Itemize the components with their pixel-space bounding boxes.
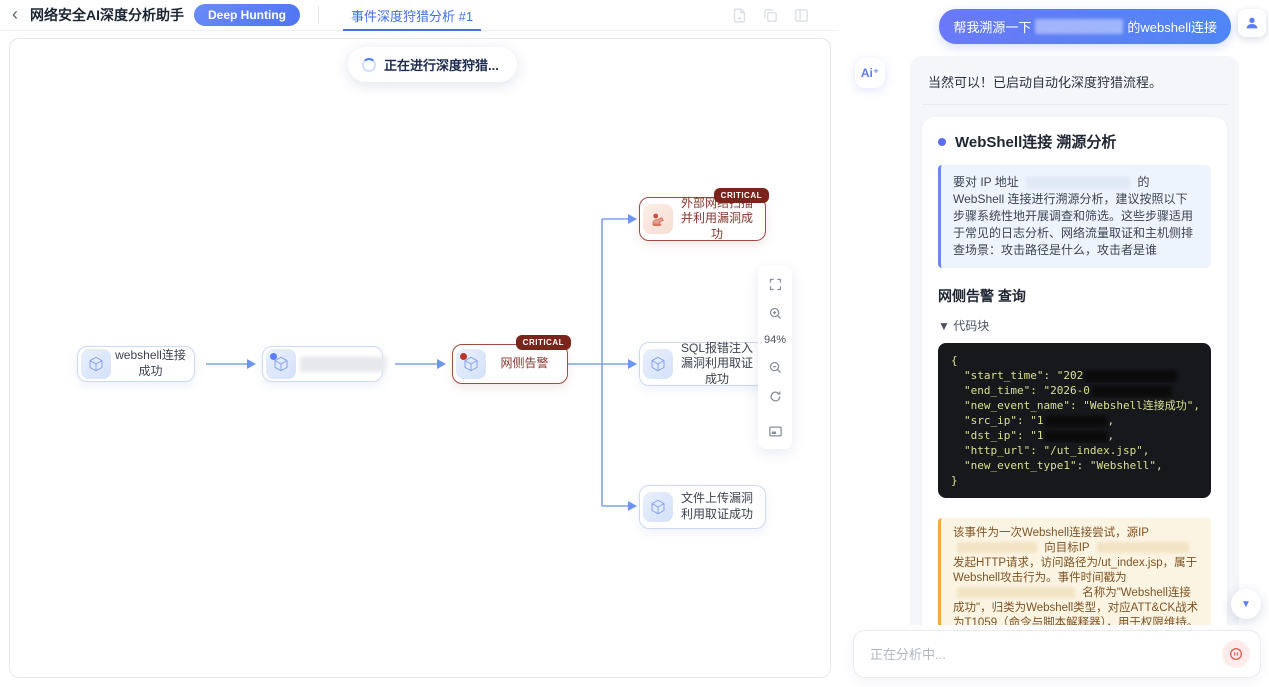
user-message-part2: 的webshell连接 <box>1127 20 1217 35</box>
code-block-toggle[interactable]: ▼ 代码块 <box>938 317 1211 334</box>
redacted-ip <box>1096 542 1189 554</box>
node-external-scan[interactable]: CRITICAL 外部网络扫描并利用漏洞成功 <box>639 188 769 241</box>
code-line: "start_time": "202 <box>951 368 1198 383</box>
node-webshell-success[interactable]: webshell连接成功 <box>77 346 195 382</box>
app-window: ‹ 网络安全AI深度分析助手 Deep Hunting 事件深度狩猎分析 #1 <box>0 0 1269 687</box>
alert-cube-icon <box>456 349 486 379</box>
chat-scroll-area[interactable]: Ai⁺ 当然可以！已启动自动化深度狩猎流程。 WebShell连接 溯源分析 要… <box>845 48 1269 625</box>
code-line: "dst_ip": "1, <box>964 429 1115 442</box>
reset-view-icon[interactable] <box>767 388 783 404</box>
card-title-row: WebShell连接 溯源分析 <box>938 131 1211 152</box>
user-avatar[interactable] <box>1238 9 1266 37</box>
stop-generation-button[interactable] <box>1222 640 1250 668</box>
node-label: 文件上传漏洞利用取证成功 <box>680 491 753 521</box>
redacted-value <box>1045 415 1108 427</box>
alarm-dot <box>460 353 467 360</box>
header-divider <box>318 6 319 24</box>
advice-quote-box: 要对 IP 地址 的 WebShell 连接进行溯源分析，建议按照以下步骤系统性… <box>938 165 1211 268</box>
header-bar: ‹ 网络安全AI深度分析助手 Deep Hunting 事件深度狩猎分析 #1 <box>0 0 838 31</box>
redacted-value <box>1091 385 1172 397</box>
fit-view-icon[interactable] <box>767 276 783 292</box>
export-file-icon[interactable] <box>731 7 748 24</box>
ai-response-container: 当然可以！已启动自动化深度狩猎流程。 WebShell连接 溯源分析 要对 IP… <box>910 56 1239 625</box>
quote-part1: 要对 IP 地址 <box>953 175 1019 189</box>
status-dot <box>270 353 277 360</box>
node-sql-injection[interactable]: SQL报错注入漏洞利用取证成功 <box>639 341 766 386</box>
critical-badge: CRITICAL <box>713 188 769 203</box>
header-actions <box>731 7 838 24</box>
redacted-value <box>1045 430 1108 442</box>
code-block: { "start_time": "202 "end_time": "2026-0… <box>938 343 1211 498</box>
code-line: "http_url": "/ut_index.jsp", <box>964 444 1150 457</box>
redacted-ip <box>957 542 1037 554</box>
analysis-part3: 发起HTTP请求，访问路径为/ut_index.jsp，属于Webshell攻击… <box>953 557 1198 584</box>
code-line: "end_time": "2026-0 <box>951 383 1198 398</box>
tab-incident-analysis[interactable]: 事件深度狩猎分析 #1 <box>337 0 487 31</box>
bullet-dot-icon <box>938 137 946 146</box>
analysis-part2: 向目标IP <box>1044 542 1090 554</box>
code-line: "new_event_type1": "Webshell", <box>964 459 1163 472</box>
redacted-ip <box>1035 19 1124 34</box>
redacted-value <box>1085 370 1178 382</box>
deep-hunting-badge: Deep Hunting <box>194 4 300 26</box>
analysis-part1: 该事件为一次Webshell连接尝试，源IP <box>953 527 1149 539</box>
event-cube-icon <box>643 349 673 379</box>
loading-spinner-icon <box>362 57 376 72</box>
code-line: { <box>951 354 958 367</box>
user-message-bubble: 帮我溯源一下 的webshell连接 <box>939 9 1231 44</box>
event-cube-icon <box>643 492 673 522</box>
hunting-status-text: 正在进行深度狩猎... <box>384 58 499 73</box>
node-label: SQL报错注入漏洞利用取证成功 <box>680 340 753 386</box>
zoom-in-icon[interactable] <box>767 305 783 321</box>
node-label: 网侧告警 <box>500 356 549 371</box>
scroll-to-bottom-button[interactable]: ▼ <box>1231 589 1261 619</box>
ai-avatar: Ai⁺ <box>855 58 885 88</box>
event-cube-icon <box>81 349 111 379</box>
divider <box>922 104 1227 105</box>
user-message-row: 帮我溯源一下 的webshell连接 <box>939 9 1266 44</box>
node-redacted[interactable] <box>262 346 386 382</box>
code-line: "new_event_name": "Webshell连接成功", <box>964 399 1198 412</box>
user-message-part1: 帮我溯源一下 <box>953 20 1032 35</box>
redacted-timestamp <box>957 587 1075 599</box>
minimap-toggle-icon[interactable] <box>767 423 783 439</box>
code-line: "src_ip": "1, <box>964 414 1115 427</box>
analysis-card-webshell: WebShell连接 溯源分析 要对 IP 地址 的 WebShell 连接进行… <box>922 117 1227 625</box>
event-analysis-box: 该事件为一次Webshell连接尝试，源IP 向目标IP 发起HTTP请求，访问… <box>938 518 1211 625</box>
app-title: 网络安全AI深度分析助手 <box>30 7 184 23</box>
redacted-ip <box>1026 176 1131 189</box>
node-label-redacted <box>296 355 394 374</box>
chat-input-bar <box>853 630 1261 678</box>
panel-layout-icon[interactable] <box>793 7 810 24</box>
chat-input[interactable] <box>870 646 1222 662</box>
code-line: } <box>951 474 958 487</box>
node-file-upload[interactable]: 文件上传漏洞利用取证成功 <box>639 485 766 529</box>
event-cube-icon <box>266 349 296 379</box>
card-title: WebShell连接 溯源分析 <box>955 134 1117 151</box>
section-heading: 网侧告警 查询 <box>938 288 1026 304</box>
attacker-icon <box>643 204 673 234</box>
graph-toolbar: 94% <box>758 266 792 449</box>
ai-message-row: Ai⁺ 当然可以！已启动自动化深度狩猎流程。 WebShell连接 溯源分析 要… <box>845 48 1269 625</box>
copy-icon[interactable] <box>762 7 779 24</box>
hunting-status-pill: 正在进行深度狩猎... <box>348 47 517 82</box>
back-button[interactable]: ‹ <box>0 5 30 23</box>
node-label: webshell连接成功 <box>115 348 186 378</box>
ai-intro-text: 当然可以！已启动自动化深度狩猎流程。 <box>928 75 1163 90</box>
chat-panel: 帮我溯源一下 的webshell连接 Ai⁺ 当然可以！已启动自动化深度狩猎流程… <box>845 0 1269 687</box>
zoom-level: 94% <box>763 334 787 346</box>
critical-badge: CRITICAL <box>515 335 571 350</box>
zoom-out-icon[interactable] <box>767 359 783 375</box>
node-network-alert[interactable]: CRITICAL 网侧告警 <box>452 335 571 384</box>
hunting-graph-canvas[interactable]: 正在进行深度狩猎... webshell连接成功 CRITICAL 网侧告警 C… <box>9 38 831 678</box>
